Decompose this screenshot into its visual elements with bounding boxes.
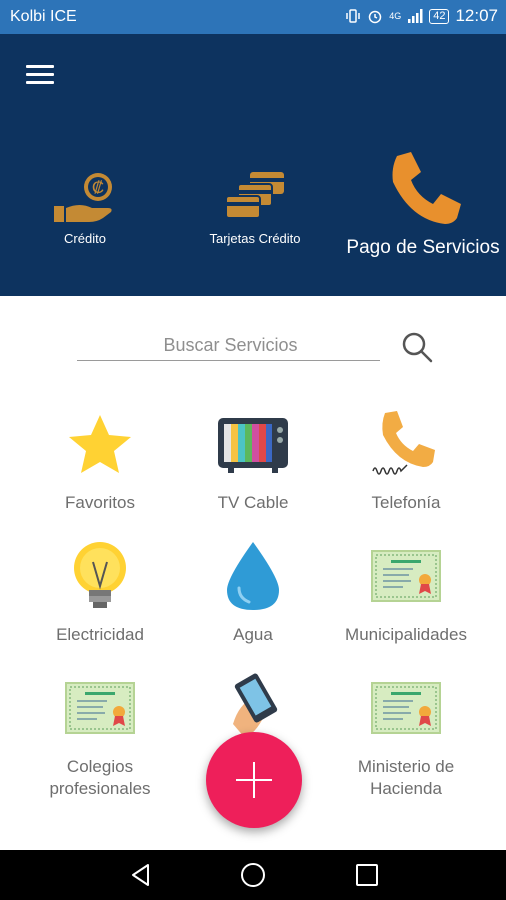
battery-icon: 42	[429, 8, 450, 24]
phone-icon	[392, 152, 461, 224]
certificate-icon	[65, 682, 135, 734]
service-tv-cable[interactable]: TV Cable	[173, 408, 333, 514]
status-bar: Kolbi ICE 4G 42 12:07	[0, 0, 506, 34]
system-nav-bar	[0, 850, 506, 900]
vibrate-icon	[346, 9, 360, 23]
service-agua[interactable]: Agua	[173, 540, 333, 646]
service-municipalidades[interactable]: Municipalidades	[326, 540, 486, 646]
service-label: Municipalidades	[345, 625, 467, 644]
service-label: Favoritos	[65, 493, 135, 512]
alarm-icon	[368, 10, 382, 24]
tab-pago-servicios[interactable]: Pago de Servicios	[340, 148, 506, 259]
telephone-icon	[372, 411, 435, 475]
tab-pago-label: Pago de Servicios	[346, 237, 500, 258]
lightbulb-icon	[74, 542, 126, 608]
status-icons: 4G 42 12:07	[345, 6, 498, 26]
tab-tarjetas-label: Tarjetas Crédito	[209, 231, 301, 246]
service-label: Agua	[233, 625, 273, 644]
tab-credito[interactable]: ₡ Crédito	[40, 168, 130, 246]
service-label: Ministerio de Hacienda	[357, 757, 455, 798]
back-icon[interactable]	[128, 862, 154, 888]
search-box	[77, 330, 384, 361]
search-icon[interactable]	[400, 330, 434, 364]
credit-cards-icon	[225, 172, 284, 219]
certificate-icon	[371, 682, 441, 734]
service-favoritos[interactable]: Favoritos	[20, 408, 180, 514]
add-fab-button[interactable]	[206, 732, 302, 828]
home-icon[interactable]	[240, 862, 266, 888]
clock: 12:07	[455, 6, 498, 25]
recents-icon[interactable]	[354, 862, 380, 888]
menu-icon[interactable]	[26, 65, 54, 87]
service-label: Colegios profesionales	[49, 757, 151, 798]
signal-icon	[408, 9, 423, 23]
certificate-icon	[371, 550, 441, 602]
hand-coin-icon: ₡	[54, 173, 112, 222]
service-electricidad[interactable]: Electricidad	[20, 540, 180, 646]
battery-level: 42	[433, 9, 446, 22]
carrier-name: Kolbi ICE	[10, 8, 77, 25]
tv-icon	[218, 418, 288, 473]
tab-tarjetas-credito[interactable]: Tarjetas Crédito	[195, 168, 315, 246]
service-label: Telefonía	[371, 493, 441, 512]
search-input[interactable]	[77, 330, 384, 360]
app-header: ₡ Crédito Tarjetas Crédito Pago de Servi…	[0, 34, 506, 296]
water-drop-icon	[227, 542, 279, 610]
service-label: Electricidad	[56, 625, 144, 644]
service-label: TV Cable	[217, 493, 289, 512]
service-colegios-profesionales[interactable]: Colegios profesionales	[20, 672, 180, 800]
star-icon	[69, 415, 131, 473]
svg-text:₡: ₡	[92, 178, 104, 197]
tab-credito-label: Crédito	[64, 231, 106, 246]
network-type: 4G	[389, 10, 402, 21]
service-ministerio-hacienda[interactable]: Ministerio de Hacienda	[326, 672, 486, 800]
service-telefonia[interactable]: Telefonía	[326, 408, 486, 514]
